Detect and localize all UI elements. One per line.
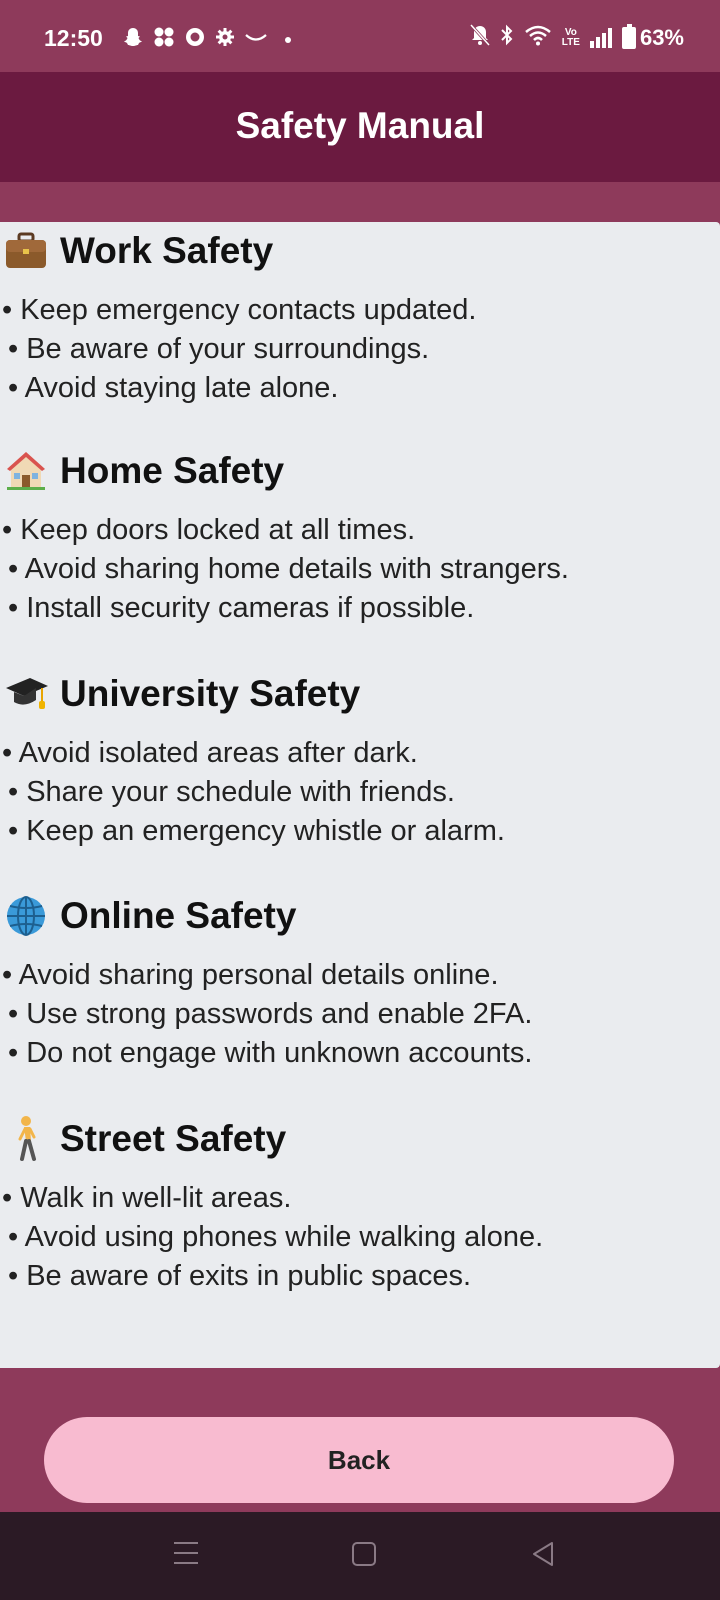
briefcase-icon bbox=[2, 227, 50, 275]
battery-percent: 63% bbox=[639, 25, 684, 50]
notification-icons bbox=[122, 26, 291, 53]
bullet-item: • Do not engage with unknown accounts. bbox=[8, 1037, 533, 1069]
status-time: 12:50 bbox=[44, 25, 103, 51]
bullet-item: • Install security cameras if possible. bbox=[8, 592, 475, 624]
system-status: Vo LTE 63% bbox=[469, 23, 684, 52]
wifi-icon bbox=[524, 24, 552, 52]
person-walking-icon bbox=[2, 1115, 50, 1163]
snapchat-icon bbox=[122, 26, 144, 53]
pinwheel-icon bbox=[153, 26, 175, 53]
section-university-safety: University Safety • Avoid isolated areas… bbox=[0, 668, 720, 851]
gear-icon bbox=[215, 27, 235, 52]
section-title: Work Safety bbox=[60, 230, 274, 271]
section-home-safety: Home Safety • Keep doors locked at all t… bbox=[0, 445, 720, 628]
bullet-item: • Avoid using phones while walking alone… bbox=[8, 1221, 544, 1253]
bullet-list: • Keep emergency contacts updated. • Be … bbox=[0, 291, 720, 408]
bullet-item: • Avoid isolated areas after dark. bbox=[2, 737, 418, 769]
signal-strength-icon bbox=[589, 28, 612, 48]
bullet-item: • Avoid sharing personal details online. bbox=[2, 959, 499, 991]
globe-icon bbox=[2, 892, 50, 940]
volte-icon: Vo LTE bbox=[561, 27, 580, 48]
app-bar: Safety Manual bbox=[0, 72, 720, 182]
bullet-list: • Avoid sharing personal details online.… bbox=[0, 956, 720, 1073]
mute-bell-icon bbox=[469, 23, 490, 52]
page-title: Safety Manual bbox=[235, 105, 485, 146]
house-icon bbox=[2, 447, 50, 495]
bullet-list: • Walk in well-lit areas. • Avoid using … bbox=[0, 1179, 720, 1296]
bullet-item: • Keep emergency contacts updated. bbox=[2, 294, 477, 326]
graduation-cap-icon bbox=[2, 670, 50, 718]
bullet-item: • Keep doors locked at all times. bbox=[2, 514, 416, 546]
more-notifications-dot-icon bbox=[285, 36, 291, 43]
section-title: Online Safety bbox=[60, 895, 297, 936]
screen: 12:50 Vo LTE 63% Safety Manual Work Safe… bbox=[0, 0, 720, 1600]
ring-icon bbox=[184, 26, 206, 53]
bullet-item: • Be aware of exits in public spaces. bbox=[8, 1260, 472, 1292]
bullet-item: • Avoid staying late alone. bbox=[8, 372, 339, 404]
bullet-item: • Be aware of your surroundings. bbox=[8, 333, 430, 365]
safety-content-card[interactable]: Work Safety • Keep emergency contacts up… bbox=[0, 222, 720, 1368]
recent-apps-icon[interactable] bbox=[174, 1542, 198, 1566]
bullet-item: • Share your schedule with friends. bbox=[8, 776, 455, 808]
battery-icon bbox=[621, 24, 636, 49]
section-online-safety: Online Safety • Avoid sharing personal d… bbox=[0, 890, 720, 1073]
bullet-list: • Avoid isolated areas after dark. • Sha… bbox=[0, 734, 720, 851]
section-title: Street Safety bbox=[60, 1118, 287, 1159]
home-icon[interactable] bbox=[352, 1542, 376, 1566]
section-title: University Safety bbox=[60, 673, 361, 714]
smile-icon bbox=[244, 31, 268, 49]
bullet-list: • Keep doors locked at all times. • Avoi… bbox=[0, 511, 720, 628]
bluetooth-icon bbox=[500, 24, 514, 52]
bullet-item: • Use strong passwords and enable 2FA. bbox=[8, 998, 533, 1030]
status-bar: 12:50 Vo LTE 63% bbox=[0, 0, 720, 72]
bullet-item: • Keep an emergency whistle or alarm. bbox=[8, 815, 505, 847]
section-work-safety: Work Safety • Keep emergency contacts up… bbox=[0, 222, 720, 408]
section-title: Home Safety bbox=[60, 450, 285, 491]
bullet-item: • Avoid sharing home details with strang… bbox=[8, 553, 569, 585]
back-button[interactable]: Back bbox=[44, 1417, 674, 1503]
section-street-safety: Street Safety • Walk in well-lit areas. … bbox=[0, 1113, 720, 1296]
system-nav-bar bbox=[0, 1512, 720, 1600]
bullet-item: • Walk in well-lit areas. bbox=[2, 1182, 292, 1214]
back-triangle-icon[interactable] bbox=[530, 1540, 556, 1573]
